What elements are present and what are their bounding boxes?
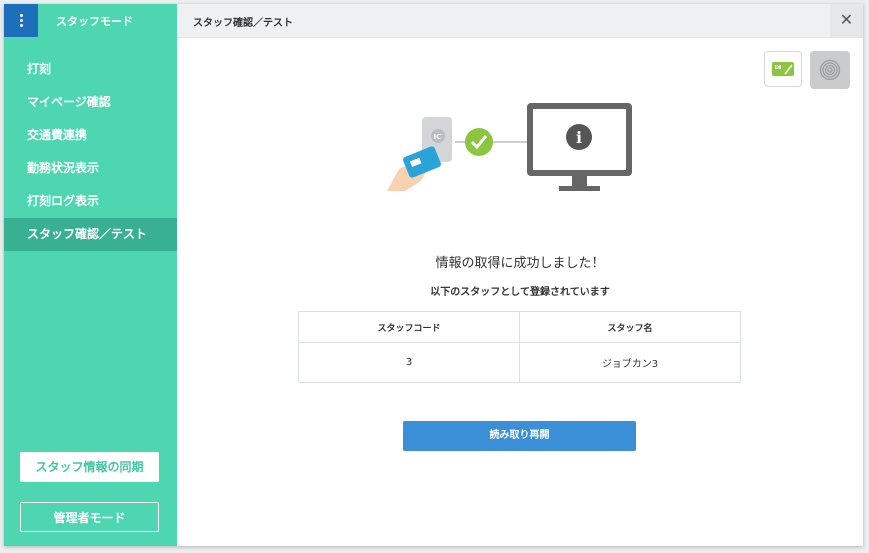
fingerprint-icon <box>819 59 841 81</box>
table-header-row: スタッフコード スタッフ名 <box>298 311 741 343</box>
table-row: 3 ジョブカン3 <box>298 342 741 383</box>
sidebar-nav: 打刻 マイページ確認 交通費連携 勤務状況表示 打刻ログ表示 スタッフ確認／テス… <box>4 53 177 251</box>
sidebar-item-mypage[interactable]: マイページ確認 <box>4 86 177 119</box>
success-subtitle: 以下のスタッフとして登録されています <box>430 287 610 298</box>
success-title: 情報の取得に成功しました！ <box>435 256 605 271</box>
mode-title: スタッフモード <box>56 15 133 28</box>
ic-mode-label: IC <box>776 65 780 70</box>
staff-table: スタッフコード スタッフ名 3 ジョブカン3 <box>298 311 741 383</box>
column-header-staff-code: スタッフコード <box>298 311 520 343</box>
app-window: スタッフモード 打刻 マイページ確認 交通費連携 勤務状況表示 打刻ログ表示 ス… <box>4 4 863 546</box>
sidebar-item-work-status[interactable]: 勤務状況表示 <box>4 152 177 185</box>
close-button[interactable]: ✕ <box>830 4 863 37</box>
ic-card-icon: IC <box>772 62 794 76</box>
page-title: スタッフ確認／テスト <box>193 18 293 29</box>
check-circle-icon <box>465 128 493 156</box>
monitor-base <box>559 186 600 191</box>
sidebar-item-staff-test[interactable]: スタッフ確認／テスト <box>4 218 177 251</box>
reader-illustration: IC i <box>387 103 632 191</box>
resume-reading-button[interactable]: 読み取り再開 <box>403 421 636 451</box>
ic-mode-button[interactable]: IC <box>764 51 802 87</box>
staff-name-cell: ジョブカン3 <box>519 342 741 383</box>
reader-ic-label: IC <box>434 133 442 141</box>
sync-staff-button[interactable]: スタッフ情報の同期 <box>20 452 159 482</box>
sidebar-item-punch[interactable]: 打刻 <box>4 53 177 86</box>
sidebar: スタッフモード 打刻 マイページ確認 交通費連携 勤務状況表示 打刻ログ表示 ス… <box>4 4 177 546</box>
fingerprint-mode-button[interactable] <box>810 51 850 89</box>
monitor-stand <box>572 176 587 186</box>
staff-code-cell: 3 <box>298 342 520 383</box>
column-header-staff-name: スタッフ名 <box>519 311 741 343</box>
sidebar-header: スタッフモード <box>4 4 177 37</box>
sidebar-item-transport[interactable]: 交通費連携 <box>4 119 177 152</box>
topbar: スタッフ確認／テスト ✕ <box>177 4 863 38</box>
sidebar-item-punch-log[interactable]: 打刻ログ表示 <box>4 185 177 218</box>
info-symbol: i <box>576 128 582 147</box>
menu-icon[interactable] <box>4 4 38 37</box>
main-panel: スタッフ確認／テスト ✕ IC IC i 情報の取得に成功しました！ 以下のスタ… <box>177 4 863 546</box>
admin-mode-button[interactable]: 管理者モード <box>20 502 159 532</box>
close-icon: ✕ <box>839 10 854 29</box>
